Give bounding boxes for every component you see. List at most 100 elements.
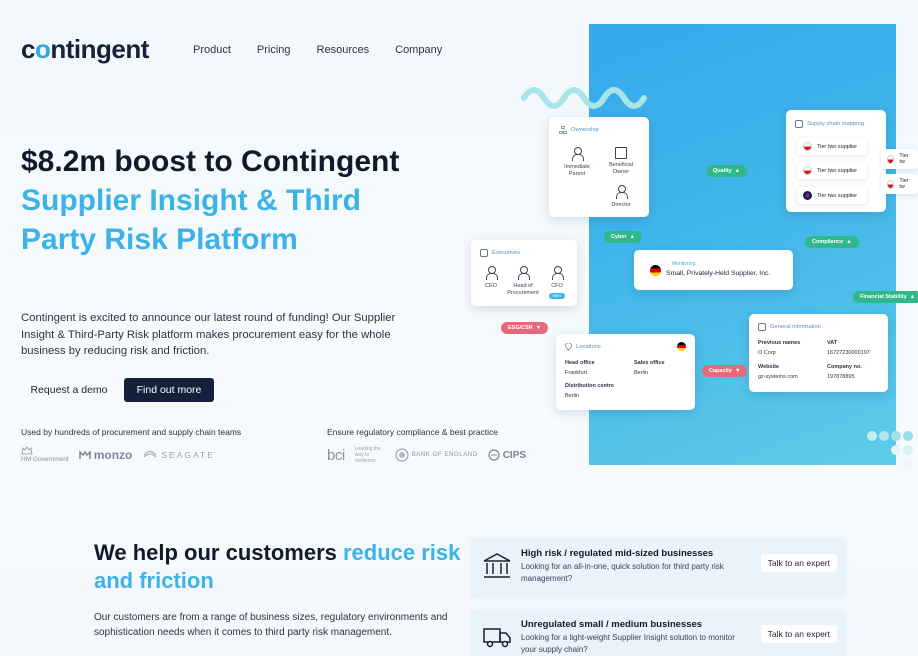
nav-resources[interactable]: Resources — [317, 44, 370, 56]
ownership-card: Ownership Immediate Parent Beneficial Ow… — [549, 117, 649, 217]
monzo-text: monzo — [93, 447, 133, 462]
head-of-procurement-node: Head of Procurement — [505, 266, 541, 296]
sales-office-label: Sales office — [634, 360, 665, 366]
section-description: Our customers are from a range of busine… — [94, 612, 448, 638]
person-icon — [551, 266, 564, 280]
distribution-label: Distribution centre — [565, 383, 614, 389]
talk-to-expert-button[interactable]: Talk to an expert — [760, 625, 837, 643]
cfo-label: CFO — [551, 283, 563, 289]
locations-card: Locations Head office Frankfurt Sales of… — [556, 334, 695, 410]
head-office-label: Head office — [565, 360, 595, 366]
person-icon — [615, 185, 628, 199]
customer-logos: HM Government monzo SEAGATE — [21, 446, 215, 463]
head-office-value: Frankfurt — [565, 370, 588, 376]
esg-pill: ESG/CSR ▼ — [501, 322, 549, 334]
request-demo-button[interactable]: Request a demo — [21, 378, 117, 402]
beneficial-owner-label: Beneficial Owner — [609, 162, 633, 175]
ceo-label: CEO — [485, 283, 497, 289]
compliance-pill-label: Compliance — [812, 239, 844, 245]
tier-supplier-right-2-label: Tier tw — [899, 178, 909, 190]
germany-flag-icon — [650, 265, 661, 276]
tier-supplier-right-1: Tier tw — [881, 149, 918, 169]
bci-tagline: Leading the way to resilience — [354, 446, 381, 464]
truck-icon — [483, 628, 511, 648]
bci-logo: bci — [327, 447, 345, 464]
quality-pill: Quality ▲ — [706, 165, 748, 177]
compliance-logos: bci Leading the way to resilience BANK O… — [327, 446, 526, 464]
czech-flag-icon — [887, 154, 895, 164]
beneficial-owner-node: Beneficial Owner — [603, 147, 639, 175]
quality-pill-label: Quality — [713, 168, 732, 174]
hm-government-logo: HM Government — [21, 446, 69, 463]
business-card-regulated-desc: Looking for an all-in-one, quick solutio… — [521, 562, 724, 583]
czech-flag-icon — [887, 179, 895, 189]
immediate-parent-label: Immediate Parent — [564, 164, 590, 177]
nav-company[interactable]: Company — [395, 44, 442, 56]
seagate-text: SEAGATE — [161, 449, 215, 460]
distribution-value: Berlin — [565, 393, 580, 399]
hero-title-main: $8.2m boost to Contingent — [21, 145, 400, 178]
capacity-pill: Capacity ▼ — [702, 365, 748, 377]
company-no-value: 197878895 — [827, 374, 855, 380]
general-information-title: General information — [770, 324, 821, 330]
locations-header: Locations — [565, 343, 601, 351]
bank-icon — [483, 553, 511, 578]
general-information-card: General information Previous names O Cor… — [749, 314, 888, 392]
financial-stability-pill: Financial Stability ▲ — [853, 291, 918, 303]
esg-pill-label: ESG/CSR — [508, 325, 533, 331]
executives-title: Executives — [492, 250, 521, 256]
hm-government-text: HM Government — [21, 456, 69, 463]
thumb-up-icon: ▲ — [846, 239, 852, 245]
compliance-pill: Compliance ▲ — [805, 236, 859, 248]
locations-title: Locations — [576, 344, 601, 350]
logo-prefix: c — [21, 34, 35, 64]
bank-of-england-logo: BANK OF ENGLAND — [395, 448, 478, 462]
hero-title: $8.2m boost to Contingent Supplier Insig… — [21, 142, 441, 259]
building-icon — [615, 147, 627, 159]
cyber-pill: Cyber ▲ — [604, 231, 643, 243]
person-icon — [485, 266, 498, 280]
business-card-regulated-title: High risk / regulated mid-sized business… — [521, 548, 714, 559]
map-icon — [795, 120, 803, 128]
briefcase-icon — [480, 249, 488, 257]
pin-icon — [565, 343, 572, 351]
website-label: Website — [758, 364, 779, 370]
business-card-regulated: High risk / regulated mid-sized business… — [470, 538, 847, 599]
hero-description: Contingent is excited to announce our la… — [21, 312, 396, 357]
logo[interactable]: contingent — [21, 34, 149, 65]
monitoring-label: Monitoring — [672, 261, 696, 267]
wave-decoration — [521, 87, 647, 109]
uk-flag-icon — [803, 191, 812, 200]
tier-supplier-1-label: Tier two supplier — [817, 143, 858, 150]
hierarchy-icon — [559, 126, 567, 134]
talk-to-expert-button[interactable]: Talk to an expert — [760, 554, 837, 572]
person-icon — [571, 147, 584, 161]
immediate-parent-node: Immediate Parent — [559, 147, 595, 177]
nav-product[interactable]: Product — [193, 44, 231, 56]
czech-flag-icon — [803, 142, 812, 151]
executives-card: Executives CEO Head of Procurement CFO N… — [471, 240, 577, 306]
hero-title-highlight: Supplier Insight & Third Party Risk Plat… — [21, 184, 361, 256]
tier-supplier-right-2: Tier tw — [881, 174, 918, 194]
previous-names-value: O Corp — [758, 350, 776, 356]
general-information-header: General information — [758, 323, 821, 331]
vat-value: 16727230000197 — [827, 350, 870, 356]
tier-supplier-1: Tier two supplier — [797, 138, 867, 155]
head-of-procurement-label: Head of Procurement — [507, 283, 539, 296]
director-label: Director — [611, 202, 631, 208]
ownership-header: Ownership — [559, 126, 599, 134]
seagate-logo: SEAGATE — [142, 449, 215, 461]
monitoring-card: Monitoring Small, Privately-Held Supplie… — [634, 250, 793, 290]
germany-flag-icon — [677, 342, 686, 351]
bci-text: bci — [327, 446, 345, 464]
tier-supplier-2: Tier two supplier — [797, 162, 867, 179]
vat-label: VAT — [827, 340, 838, 346]
main-nav: Product Pricing Resources Company — [193, 44, 468, 56]
logo-suffix: ntingent — [50, 34, 149, 64]
find-out-more-button[interactable]: Find out more — [124, 378, 214, 402]
nav-pricing[interactable]: Pricing — [257, 44, 291, 56]
new-badge: New — [549, 292, 565, 299]
thumb-up-icon: ▲ — [734, 168, 741, 174]
capacity-pill-label: Capacity — [709, 368, 732, 374]
cyber-pill-label: Cyber — [611, 234, 627, 240]
